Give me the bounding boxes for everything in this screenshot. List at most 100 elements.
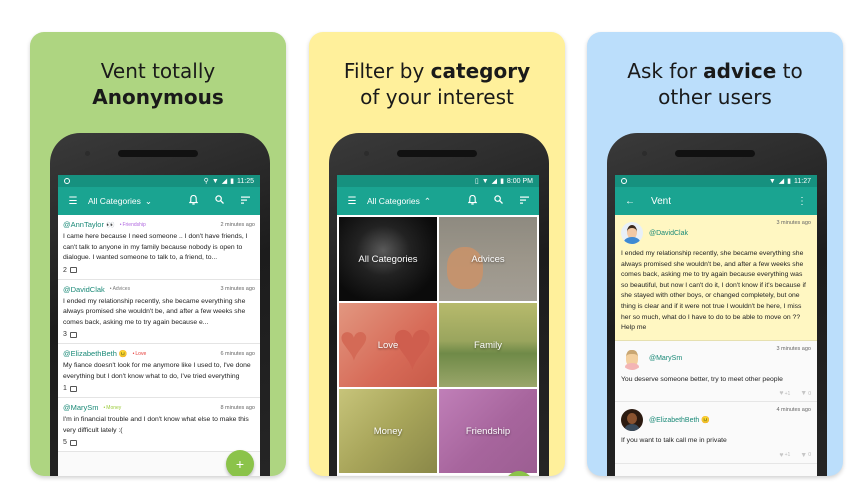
chevron-up-icon: ⌃	[423, 195, 432, 206]
post-category: Friendship	[120, 222, 145, 228]
post-body: I ended my relationship recently, she be…	[63, 297, 246, 326]
reply-body: If you want to talk call me in private	[621, 437, 727, 445]
category-tile-all[interactable]: All Categories	[339, 217, 437, 301]
post-time: 6 minutes ago	[220, 350, 255, 357]
menu-icon[interactable]: ☰	[345, 196, 359, 207]
bell-icon[interactable]	[186, 194, 200, 208]
card-ask-advice: Ask for advice to other users ▼ ◢ ▮ 11:2…	[587, 32, 843, 476]
vent-post: @DavidClak 3 minutes ago I ended my rela…	[615, 215, 817, 341]
app-toolbar: ← Vent ⋮	[615, 187, 817, 215]
wifi-icon: ▼	[768, 177, 776, 185]
phone-screen: ⚲ ▼ ◢ ▮ 11:25 ☰ All Categories ⌄ @AnnTay…	[58, 175, 260, 476]
sort-icon[interactable]	[238, 196, 252, 207]
sort-icon[interactable]	[517, 196, 531, 207]
wifi-icon: ▼	[481, 177, 489, 185]
post-time: 3 minutes ago	[776, 220, 811, 226]
comment-icon	[69, 331, 77, 338]
post-item[interactable]: @DavidClak Advices 3 minutes ago I ended…	[58, 279, 260, 344]
status-bar: ⚲ ▼ ◢ ▮ 11:25	[58, 175, 260, 187]
headline: Filter by category of your interest	[343, 59, 531, 109]
post-time: 2 minutes ago	[220, 221, 255, 228]
category-tile-love[interactable]: Love	[339, 303, 437, 387]
bell-icon[interactable]	[465, 194, 479, 208]
comment-count: 3	[63, 331, 67, 338]
battery-icon: ▮	[230, 178, 234, 185]
signal-icon: ◢	[221, 178, 228, 185]
comment-count: 2	[63, 266, 67, 274]
thumb-down-icon: ▼	[800, 451, 808, 459]
category-tile-advices[interactable]: Advices	[439, 217, 537, 301]
more-options-icon[interactable]: ⋮	[795, 196, 809, 207]
dislike-count: 0	[808, 390, 811, 397]
back-arrow-icon[interactable]: ←	[623, 196, 637, 207]
avatar	[621, 348, 643, 370]
category-dropdown[interactable]: All Categories ⌄	[88, 196, 152, 207]
avatar	[621, 409, 643, 432]
like-count: +1	[784, 452, 791, 459]
post-username[interactable]: @DavidClak	[63, 285, 105, 294]
comment-icon	[69, 439, 77, 446]
phone-frame: ▼ ◢ ▮ 11:27 ← Vent ⋮ @DavidClak 3 minute…	[607, 133, 827, 476]
post-item[interactable]: @ElizabethBeth 😐 Love 6 minutes ago My f…	[58, 344, 260, 398]
post-time: 8 minutes ago	[220, 404, 255, 411]
phone-frame: ▯ ▼ ◢ ▮ 8:00 PM ☰ All Categories ⌃ All C…	[329, 133, 549, 476]
dislike-button[interactable]: ▼ 0	[800, 452, 811, 459]
category-tile-money[interactable]: Money	[339, 389, 437, 473]
battery-icon: ▮	[500, 178, 504, 185]
post-category: Love	[133, 351, 146, 357]
camera	[85, 151, 90, 156]
category-dropdown[interactable]: All Categories ⌃	[367, 196, 431, 207]
location-icon: ⚲	[203, 178, 209, 185]
menu-icon[interactable]: ☰	[66, 196, 80, 207]
post-category: Advices	[110, 286, 131, 292]
post-username[interactable]: @DavidClak	[649, 230, 688, 237]
post-username[interactable]: @MarySm	[63, 403, 99, 412]
post-item[interactable]: @MarySm Money 8 minutes ago I'm in finan…	[58, 398, 260, 452]
reply-username[interactable]: @ElizabethBeth	[649, 417, 699, 424]
emoji: 😐	[701, 417, 711, 425]
search-icon[interactable]	[491, 195, 505, 207]
avatar	[621, 222, 643, 244]
speaker	[118, 150, 198, 157]
app-toolbar: ☰ All Categories ⌃	[337, 187, 539, 215]
camera	[364, 151, 369, 156]
dislike-count: 0	[808, 452, 811, 459]
reply-item: @ElizabethBeth 😐 4 minutes ago If you wa…	[615, 402, 817, 464]
dislike-button[interactable]: ▼ 0	[800, 390, 811, 397]
search-icon[interactable]	[212, 195, 226, 207]
headline: Ask for advice to other users	[627, 59, 803, 109]
post-item[interactable]: @AnnTaylor 👀 Friendship 2 minutes ago I …	[58, 215, 260, 280]
post-username[interactable]: @ElizabethBeth	[63, 349, 117, 358]
post-username[interactable]: @AnnTaylor	[63, 220, 104, 229]
card-vent-anonymous: Vent totally Anonymous ⚲ ▼ ◢ ▮ 11:25 ☰ A…	[30, 32, 286, 476]
reply-username[interactable]: @MarySm	[649, 355, 682, 362]
headline: Vent totally Anonymous	[92, 59, 224, 109]
post-category: Money	[104, 405, 121, 411]
signal-icon: ◢	[491, 178, 498, 185]
category-tile-friendship[interactable]: Friendship	[439, 389, 537, 473]
heart-icon: ♥	[779, 390, 784, 398]
post-body: My fiance doesn't look for me anymore li…	[63, 362, 251, 380]
thumb-down-icon: ▼	[800, 390, 808, 398]
reply-time: 3 minutes ago	[776, 345, 811, 352]
like-button[interactable]: ♥ +1	[779, 452, 790, 459]
heart-icon: ♥	[779, 451, 784, 459]
phone-screen: ▯ ▼ ◢ ▮ 8:00 PM ☰ All Categories ⌃ All C…	[337, 175, 539, 476]
wifi-icon: ▼	[211, 177, 219, 185]
status-bar: ▼ ◢ ▮ 11:27	[615, 175, 817, 187]
post-body: I ended my relationship recently, she be…	[621, 250, 806, 332]
speaker	[675, 150, 755, 157]
category-tile-family[interactable]: Family	[439, 303, 537, 387]
comment-icon	[69, 267, 77, 273]
reply-time: 4 minutes ago	[776, 407, 811, 414]
add-post-button[interactable]: +	[226, 450, 254, 476]
category-grid: All Categories Advices Love Family Money…	[337, 215, 539, 475]
app-toolbar: ☰ All Categories ⌄	[58, 187, 260, 215]
like-button[interactable]: ♥ +1	[779, 390, 790, 397]
status-bar: ▯ ▼ ◢ ▮ 8:00 PM	[337, 175, 539, 187]
post-body: I'm in financial trouble and I don't kno…	[63, 416, 249, 434]
vibrate-icon: ▯	[474, 178, 479, 185]
notification-icon	[621, 178, 627, 184]
post-body: I came here because I need someone .. I …	[63, 233, 248, 261]
post-time: 3 minutes ago	[220, 286, 255, 292]
